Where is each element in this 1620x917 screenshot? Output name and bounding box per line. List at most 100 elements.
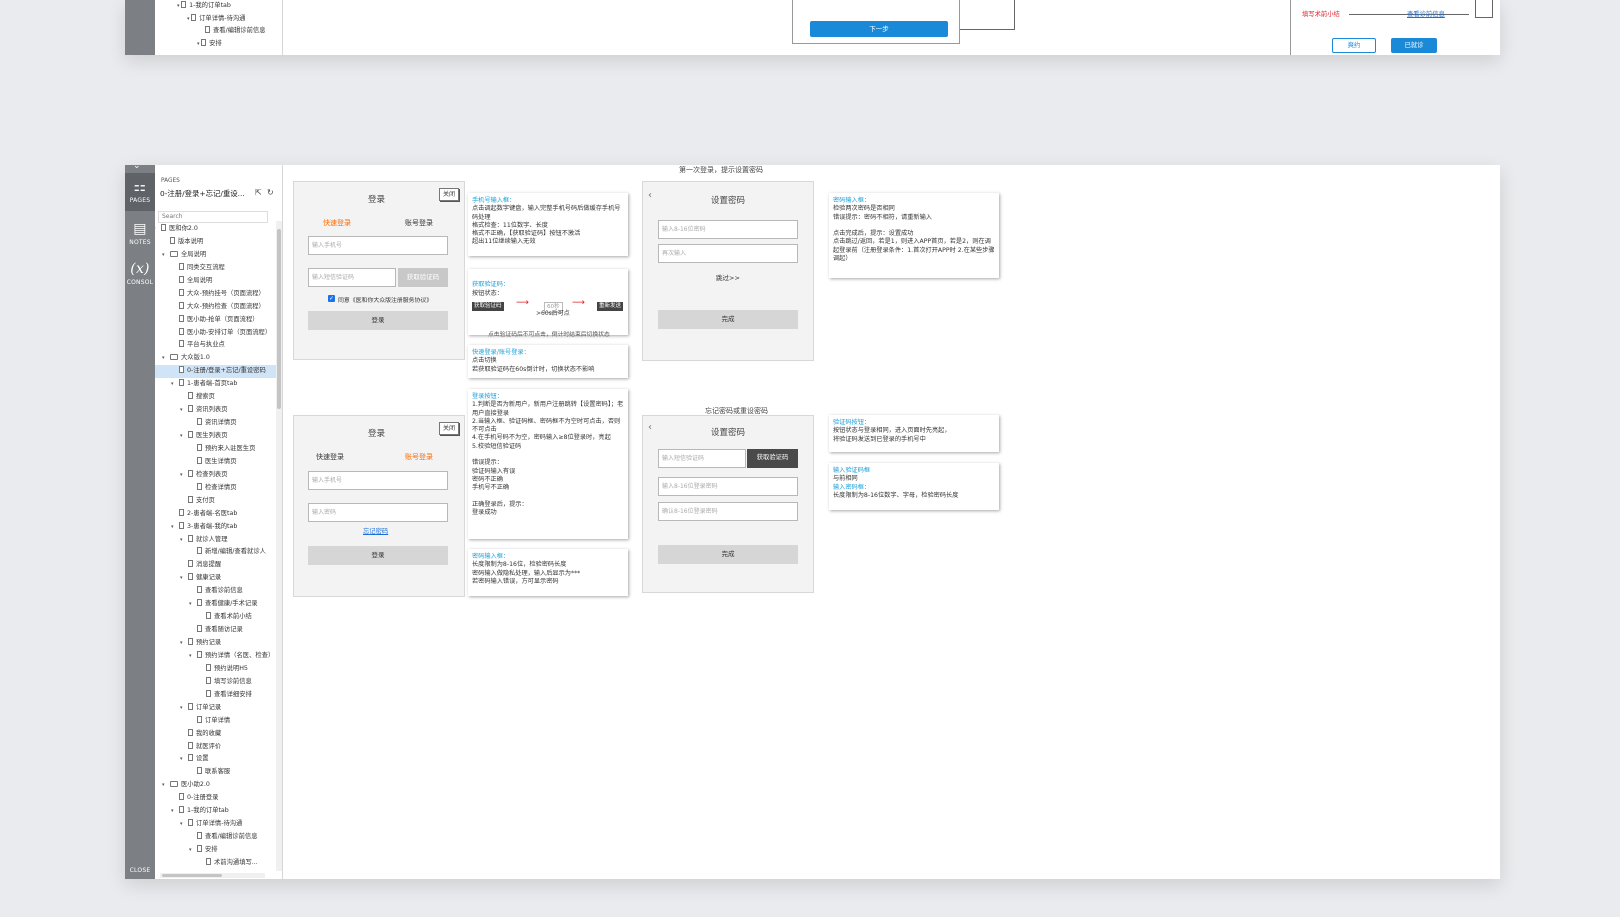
login-button[interactable]: 登录 bbox=[308, 546, 448, 565]
tree-item[interactable]: 0-注册登录 bbox=[155, 792, 277, 805]
expand-arrow-icon[interactable]: ▾ bbox=[180, 469, 183, 482]
next-step-button[interactable]: 下一步 bbox=[810, 21, 948, 37]
tree-item[interactable]: ▾ 1-患者端-首页tab bbox=[155, 378, 277, 391]
tree-item[interactable]: ▾ 安排 bbox=[155, 844, 277, 857]
confirm-password-input[interactable]: 确认8-16位登录密码 bbox=[658, 502, 798, 521]
tree-item[interactable]: ▾ 资讯列表页 bbox=[155, 404, 277, 417]
tree-vertical-scrollbar[interactable] bbox=[276, 221, 282, 871]
expand-arrow-icon[interactable]: ▾ bbox=[162, 352, 165, 365]
password-input[interactable]: 输入密码 bbox=[308, 503, 448, 522]
console-tab[interactable]: (x) CONSOL bbox=[125, 261, 155, 291]
tree-item[interactable]: ▾ 订单详情-待沟通 bbox=[155, 818, 277, 831]
get-code-button[interactable]: 获取验证码 bbox=[747, 449, 798, 468]
tree-item[interactable]: 填写诊前信息 bbox=[155, 676, 277, 689]
top-tree-item[interactable]: ▾ 订单详情-待沟通 bbox=[177, 13, 266, 26]
back-chevron-icon[interactable]: ‹ bbox=[648, 190, 652, 201]
tree-item[interactable]: 全局说明 bbox=[155, 275, 277, 288]
tree-item[interactable]: 同类交互流程 bbox=[155, 262, 277, 275]
tree-item[interactable]: 支付页 bbox=[155, 495, 277, 508]
tab-quick-login[interactable]: 快速登录 bbox=[323, 218, 351, 228]
back-chevron-icon[interactable]: ‹ bbox=[648, 422, 652, 433]
tree-item[interactable]: 2-患者端-名医tab bbox=[155, 508, 277, 521]
tree-item[interactable]: 新增/编辑/查看就诊人 bbox=[155, 546, 277, 559]
expand-arrow-icon[interactable]: ▾ bbox=[171, 805, 174, 818]
login-button[interactable]: 登录 bbox=[308, 311, 448, 330]
tree-item[interactable]: 我的收藏 bbox=[155, 728, 277, 741]
tree-item[interactable]: 版本说明 bbox=[155, 236, 277, 249]
tree-item[interactable]: 搜索页 bbox=[155, 391, 277, 404]
hscroll-thumb[interactable] bbox=[162, 874, 222, 877]
tree-item[interactable]: 消息提醒 bbox=[155, 559, 277, 572]
scroll-thumb[interactable] bbox=[277, 229, 281, 409]
expand-arrow-icon[interactable]: ▾ bbox=[155, 223, 156, 236]
top-tree-item[interactable]: ▾ 1-我的订单tab bbox=[177, 0, 266, 13]
tree-item[interactable]: 医小助-抢单（页面流程） bbox=[155, 314, 277, 327]
tree-item[interactable]: ▾ 医生列表页 bbox=[155, 430, 277, 443]
tree-item[interactable]: 资讯详情页 bbox=[155, 417, 277, 430]
done-button[interactable]: 完成 bbox=[658, 545, 798, 564]
expand-arrow-icon[interactable]: ▾ bbox=[180, 818, 183, 831]
refresh-icon[interactable]: ↻ bbox=[267, 188, 274, 197]
tree-item[interactable]: ▾ 设置 bbox=[155, 753, 277, 766]
expand-arrow-icon[interactable]: ▾ bbox=[189, 650, 192, 663]
tree-item[interactable]: ▾ 查看健康/手术记录 bbox=[155, 598, 277, 611]
close-button[interactable]: 关闭 bbox=[439, 188, 459, 201]
tree-item[interactable]: ▾ 1-我的订单tab bbox=[155, 805, 277, 818]
tree-item[interactable]: ▾ 预约详情（名医、检查） bbox=[155, 650, 277, 663]
sms-code-input[interactable]: 输入短信验证码 bbox=[658, 449, 746, 468]
forgot-password-link[interactable]: 忘记密码 bbox=[363, 526, 388, 535]
tree-item[interactable]: ▾ 3-患者端-我的tab bbox=[155, 521, 277, 534]
expand-arrow-icon[interactable]: ▾ bbox=[162, 249, 165, 262]
visited-button[interactable]: 已就诊 bbox=[1391, 38, 1437, 53]
tree-item[interactable]: 查看/编辑诊前信息 bbox=[155, 831, 277, 844]
presurgery-summary-link[interactable]: 填写术前小结 bbox=[1302, 9, 1340, 18]
expand-arrow-icon[interactable]: ▾ bbox=[189, 844, 192, 857]
tab-account-login[interactable]: 账号登录 bbox=[405, 452, 433, 462]
tree-item[interactable]: 医小助-安排订单（页面流程） bbox=[155, 327, 277, 340]
confirm-password-input[interactable]: 再次输入 bbox=[658, 244, 798, 263]
close-button[interactable]: 关闭 bbox=[439, 422, 459, 435]
expand-arrow-icon[interactable]: ▾ bbox=[180, 702, 183, 715]
expand-arrow-icon[interactable]: ▾ bbox=[189, 598, 192, 611]
expand-arrow-icon[interactable]: ▾ bbox=[180, 404, 183, 417]
tree-item[interactable]: ▾ 健康记录 bbox=[155, 572, 277, 585]
expand-arrow-icon[interactable]: ▾ bbox=[171, 378, 174, 391]
phone-input[interactable]: 输入手机号 bbox=[308, 236, 448, 255]
tree-item[interactable]: 就医评价 bbox=[155, 741, 277, 754]
agree-checkbox[interactable]: ✓ bbox=[328, 295, 335, 302]
tree-item[interactable]: 大众-预约挂号（页面流程） bbox=[155, 288, 277, 301]
pages-search-input[interactable]: Search bbox=[158, 211, 268, 223]
view-diagnosis-link[interactable]: 查看诊前信息 bbox=[1407, 9, 1445, 18]
tree-item[interactable]: 医生详情页 bbox=[155, 456, 277, 469]
expand-arrow-icon[interactable]: ▾ bbox=[171, 521, 174, 534]
tree-item[interactable]: 大众-预约检查（页面流程） bbox=[155, 301, 277, 314]
tree-item[interactable]: ▾ 检查列表页 bbox=[155, 469, 277, 482]
tree-item[interactable]: 订单详情 bbox=[155, 715, 277, 728]
tree-item[interactable]: 术前沟通填写... bbox=[155, 857, 277, 870]
top-tree-item[interactable]: 查看/编辑诊前信息 bbox=[177, 25, 266, 38]
expand-arrow-icon[interactable]: ▾ bbox=[180, 430, 183, 443]
agreement-text[interactable]: 同意《医和你大众版注册服务协议》 bbox=[338, 295, 432, 304]
close-panel-button[interactable]: CLOSE bbox=[125, 867, 155, 877]
tree-item[interactable]: ▾ 预约记录 bbox=[155, 637, 277, 650]
tree-item[interactable]: 查看随访记录 bbox=[155, 624, 277, 637]
pages-tab[interactable]: ⚏ PAGES bbox=[125, 173, 155, 211]
phone-input[interactable]: 输入手机号 bbox=[308, 471, 448, 490]
expand-arrow-icon[interactable]: ▾ bbox=[180, 637, 183, 650]
tab-quick-login[interactable]: 快速登录 bbox=[316, 452, 344, 462]
tree-item[interactable]: 0-注册/登录+忘记/重设密码 bbox=[155, 365, 277, 379]
tree-item[interactable]: ▾ 订单记录 bbox=[155, 702, 277, 715]
tree-item[interactable]: ▾ 全局说明 bbox=[155, 249, 277, 262]
tree-horizontal-scrollbar[interactable] bbox=[160, 873, 265, 878]
tree-item[interactable]: 查看术前小结 bbox=[155, 611, 277, 624]
done-button[interactable]: 完成 bbox=[658, 310, 798, 329]
tree-item[interactable]: 平台与执业点 bbox=[155, 339, 277, 352]
tree-item[interactable]: 预约说明H5 bbox=[155, 663, 277, 676]
tree-item[interactable]: ▾ 就诊人管理 bbox=[155, 534, 277, 547]
notes-tab[interactable]: ▤ NOTES bbox=[125, 221, 155, 251]
tree-item[interactable]: ▾ 医和你2.0 bbox=[155, 223, 277, 236]
expand-arrow-icon[interactable]: ▾ bbox=[180, 534, 183, 547]
expand-arrow-icon[interactable]: ▾ bbox=[162, 779, 165, 792]
tree-item[interactable]: 查看诊前信息 bbox=[155, 585, 277, 598]
export-icon[interactable]: ⇱ bbox=[255, 188, 262, 197]
